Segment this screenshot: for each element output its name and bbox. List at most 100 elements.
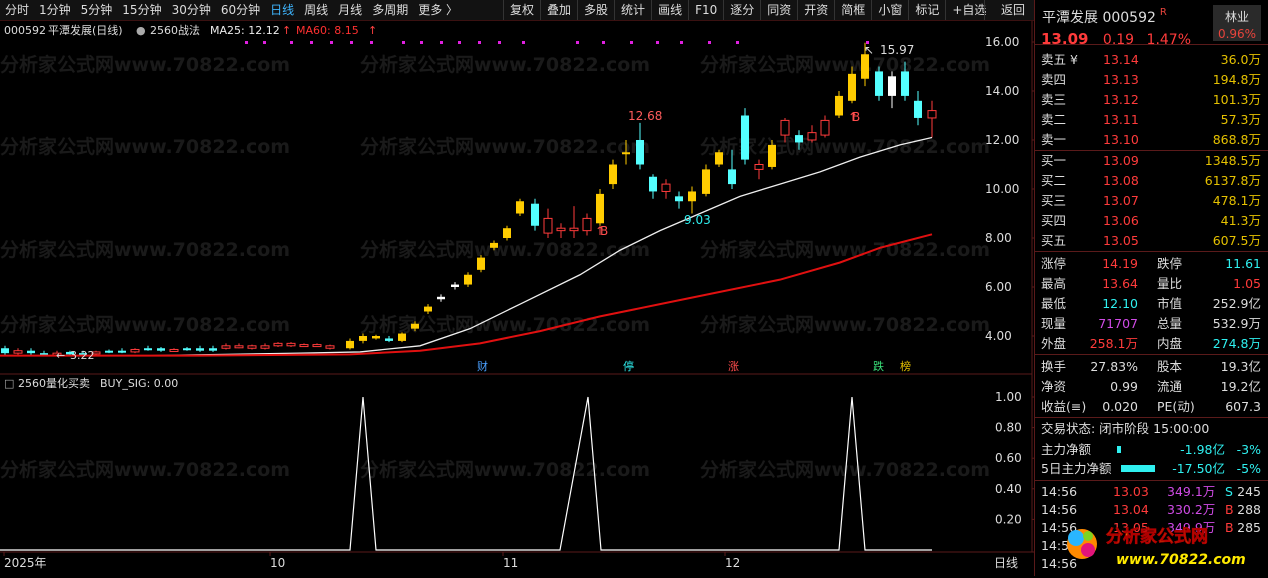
tool-button-3[interactable]: 统计: [614, 0, 651, 20]
candle-body-68: [901, 71, 909, 96]
period-tab-2[interactable]: 5分钟: [76, 0, 118, 20]
indicator-tick-4: 0.20: [995, 512, 1022, 526]
stat-label: 流通: [1157, 379, 1183, 394]
sell-row: 卖四 13.13 194.8万: [1035, 70, 1268, 90]
sell-price: 13.13: [1103, 72, 1139, 87]
period-tab-4[interactable]: 30分钟: [167, 0, 216, 20]
ma25-label: MA25: 12.12: [210, 24, 280, 37]
tool-button-8[interactable]: 开资: [797, 0, 834, 20]
sell-price: 13.14: [1103, 52, 1139, 67]
low-label-1: 9.03: [684, 213, 711, 227]
stats-block-2: 换手 27.83% 股本 19.3亿 净资 0.99 流通 19.2亿 收益(≡) 0.020 PE…: [1035, 355, 1268, 417]
candle-body-41: [543, 217, 553, 234]
period-tab-8[interactable]: 月线: [333, 0, 367, 20]
industry-badge[interactable]: 林业 0.96%: [1213, 5, 1261, 41]
sell-price: 13.11: [1103, 112, 1139, 127]
candle-body-58: [768, 144, 776, 167]
period-tab-1[interactable]: 1分钟: [34, 0, 76, 20]
buy-volume: 607.5万: [1212, 233, 1261, 248]
period-tabs: 分时 1分钟 5分钟 15分钟 30分钟 60分钟 日线 周线 月线 多周期 更多 〉: [0, 0, 463, 20]
stat-row: 最低 12.10 市值 252.9亿: [1035, 294, 1268, 314]
candle-body-37: [490, 242, 498, 248]
tick-time: 14:56: [1041, 484, 1078, 499]
chart-header-code: 000592: [4, 24, 46, 37]
stat-row: 收益(≡) 0.020 PE(动) 607.3: [1035, 397, 1268, 417]
tick-price: 13.04: [1113, 502, 1149, 517]
indicator-value: BUY_SIG: 0.00: [100, 377, 178, 390]
indicator-tick-3: 0.40: [995, 482, 1022, 496]
orderbook-buy: 买一 13.09 1348.5万 买二 13.08 6137.8万 买三 13.07 478.1…: [1035, 151, 1268, 251]
period-tab-5[interactable]: 60分钟: [216, 0, 265, 20]
tool-button-6[interactable]: 逐分: [723, 0, 760, 20]
tool-button-10[interactable]: 小窗: [871, 0, 908, 20]
sell-label: 卖三: [1041, 92, 1067, 107]
ma25-arrow: ↑: [282, 24, 291, 37]
watermark-1: 分析家公式网www.70822.com: [360, 53, 650, 76]
buy-row: 买四 13.06 41.3万: [1035, 211, 1268, 231]
buy-row: 买二 13.08 6137.8万: [1035, 171, 1268, 191]
stat-value: 71707: [1098, 316, 1138, 331]
stat-label: 最低: [1041, 296, 1067, 311]
price-change: 0.19: [1102, 32, 1135, 48]
sell-volume: 868.8万: [1212, 132, 1261, 147]
signal-dot-17: [656, 41, 659, 44]
signal-dot-10: [458, 41, 461, 44]
fund-flow-row: 主力净额 -1.98亿 -3%: [1035, 440, 1268, 459]
low-start-label: 3.22: [70, 349, 95, 362]
candle-body-30: [398, 333, 406, 341]
time-tick-2: 11: [503, 556, 518, 570]
period-tab-9[interactable]: 多周期: [367, 0, 413, 20]
watermark-4: 分析家公式网www.70822.com: [360, 135, 650, 158]
candle-body-45: [596, 193, 604, 224]
candle-body-59: [780, 119, 790, 136]
candle-body-24: [312, 344, 322, 348]
stat-value: 1.05: [1233, 276, 1261, 291]
ma60-arrow: ↑: [368, 24, 377, 37]
candle-body-15: [196, 348, 204, 351]
candle-body-42: [556, 227, 566, 232]
kline-chart[interactable]: 分析家公式网www.70822.com 分析家公式网www.70822.com 分析…: [0, 21, 1036, 575]
buy-volume: 6137.8万: [1204, 173, 1261, 188]
candle-body-26: [346, 340, 354, 349]
fund-flow-row: 5日主力净额 -17.50亿 -5%: [1035, 459, 1268, 478]
watermark-12: 分析家公式网www.70822.com: [0, 458, 290, 481]
signal-dot-5: [350, 41, 353, 44]
stat-label: 涨停: [1041, 256, 1067, 271]
stat-label: 跌停: [1157, 256, 1183, 271]
stat-value: 14.19: [1102, 256, 1138, 271]
signal-dot-2: [290, 41, 293, 44]
period-tab-10[interactable]: 更多 〉: [413, 0, 463, 20]
tool-button-7[interactable]: 同资: [760, 0, 797, 20]
watermark-3: 分析家公式网www.70822.com: [0, 135, 290, 158]
tool-button-9[interactable]: 简框: [834, 0, 871, 20]
sell-price: 13.12: [1103, 92, 1139, 107]
signal-dot-12: [498, 41, 501, 44]
stat-label: 现量: [1041, 316, 1067, 331]
period-tab-6[interactable]: 日线: [265, 0, 299, 20]
candle-body-63: [835, 95, 843, 116]
candle-body-33: [437, 296, 445, 300]
period-tab-7[interactable]: 周线: [299, 0, 333, 20]
event-tag-2: 涨: [728, 360, 739, 373]
candle-body-12: [157, 348, 165, 351]
stock-name: 平潭发展: [1042, 10, 1098, 26]
candle-body-13: [169, 348, 179, 352]
last-price: 13.09: [1041, 30, 1089, 48]
stat-label: 量比: [1157, 276, 1183, 291]
period-tab-0[interactable]: 分时: [0, 0, 34, 20]
tool-button-5[interactable]: F10: [688, 0, 723, 20]
trade-status: 交易状态: 闭市阶段 15:00:00: [1041, 421, 1210, 436]
tool-button-1[interactable]: 叠加: [540, 0, 577, 20]
candle-body-16: [209, 348, 217, 351]
tool-button-0[interactable]: 复权: [503, 0, 540, 20]
tool-button-11[interactable]: 标记: [908, 0, 945, 20]
tool-button-4[interactable]: 画线: [651, 0, 688, 20]
tool-button-2[interactable]: 多股: [577, 0, 614, 20]
watermark-8: 分析家公式网www.70822.com: [700, 238, 990, 261]
candle-body-44: [582, 217, 592, 232]
period-tab-3[interactable]: 15分钟: [117, 0, 166, 20]
signal-dot-4: [330, 41, 333, 44]
sell-label: 卖二: [1041, 112, 1067, 127]
buy-label: 买二: [1041, 173, 1067, 188]
back-button[interactable]: 返回: [984, 0, 1041, 20]
